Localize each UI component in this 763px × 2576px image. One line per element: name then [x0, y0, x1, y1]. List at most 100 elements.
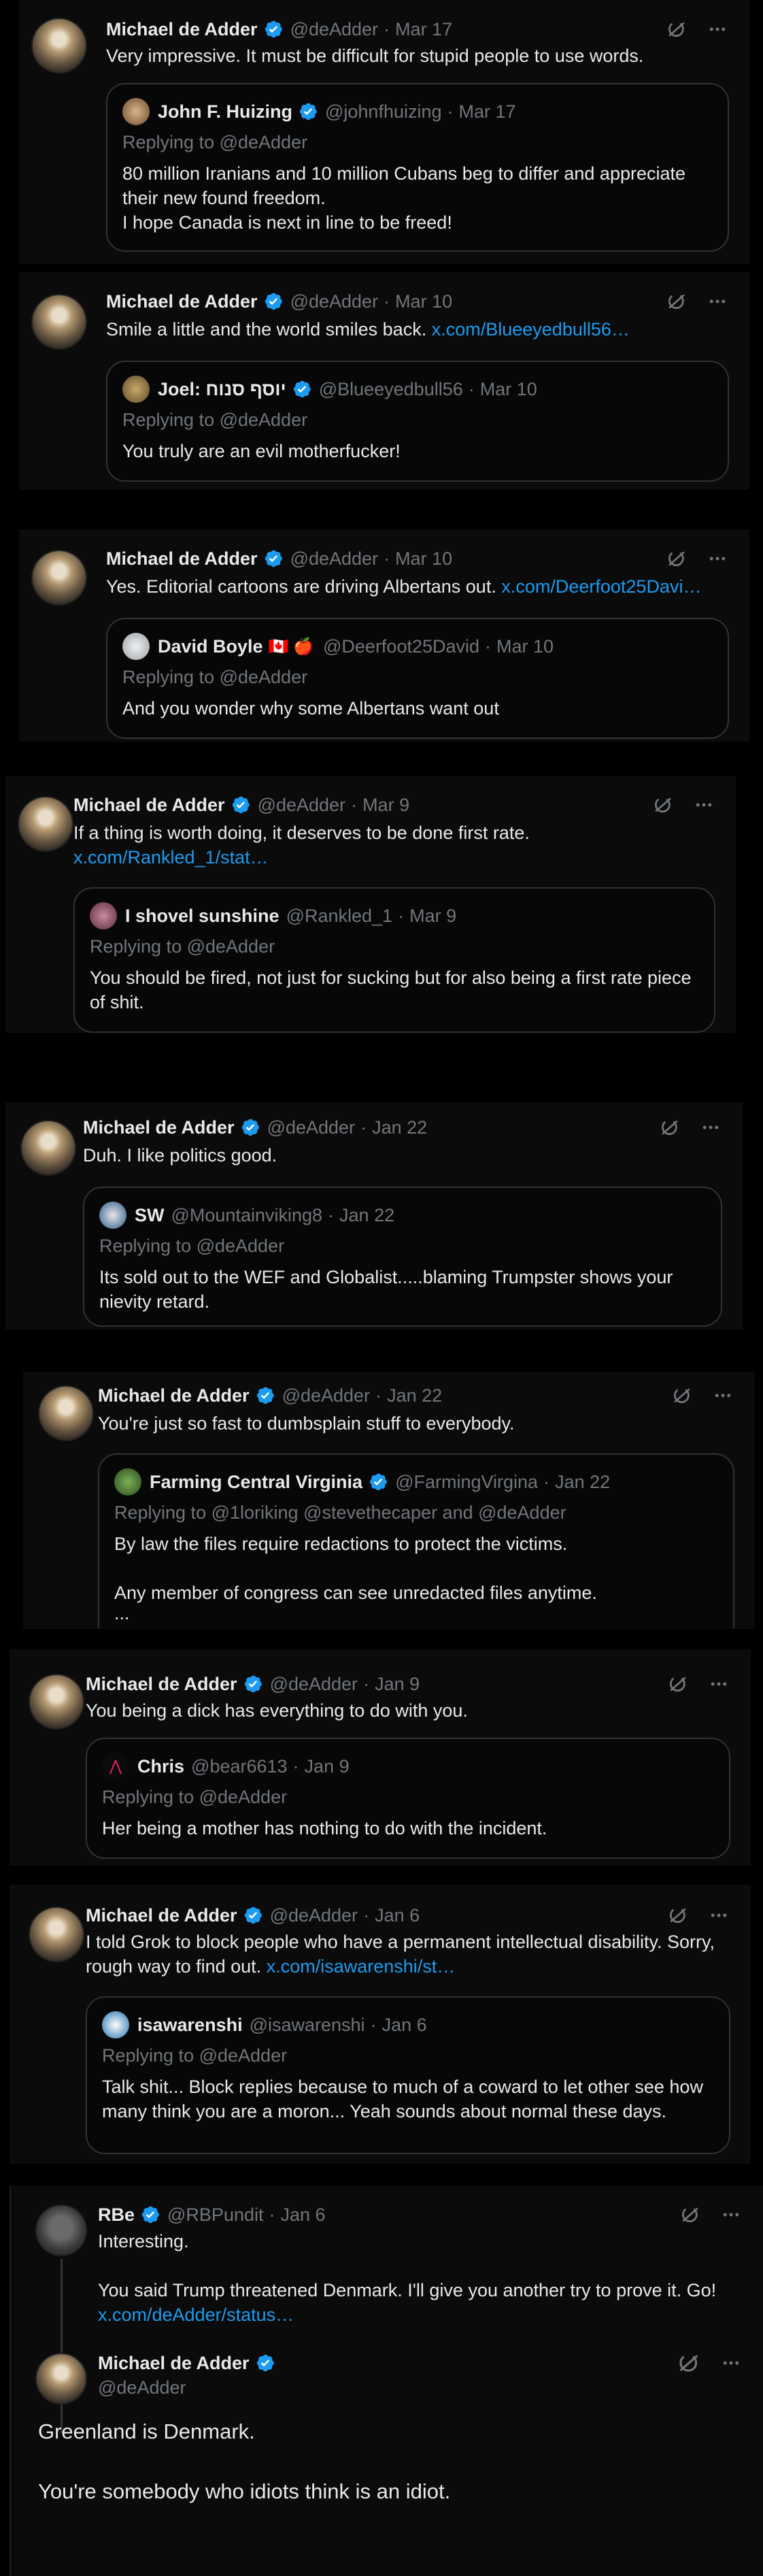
- avatar[interactable]: [29, 1674, 84, 1730]
- quote-author-name[interactable]: SW: [135, 1205, 165, 1226]
- post-date[interactable]: Mar 17: [395, 19, 452, 40]
- post-card[interactable]: Michael de Adder @deAdder · Mar 10 Yes. …: [19, 529, 749, 742]
- grok-icon[interactable]: [668, 1674, 688, 1694]
- quoted-post[interactable]: SW @Mountainviking8 · Jan 22 Replying to…: [83, 1187, 722, 1327]
- author-name[interactable]: Michael de Adder: [86, 1674, 237, 1695]
- quote-author-name[interactable]: David Boyle: [158, 636, 263, 657]
- more-icon[interactable]: [719, 2205, 743, 2225]
- author-handle[interactable]: @RBPundit: [167, 2205, 263, 2226]
- more-icon[interactable]: [707, 1674, 730, 1694]
- post-card[interactable]: Michael de Adder @deAdder · Jan 22 You'r…: [23, 1372, 755, 1629]
- quote-date[interactable]: Mar 9: [409, 906, 456, 927]
- post-link[interactable]: x.com/deAdder/status…: [98, 2302, 736, 2327]
- post-date[interactable]: Jan 22: [372, 1117, 427, 1138]
- grok-icon[interactable]: [653, 795, 673, 815]
- post-link[interactable]: x.com/Rankled_1/stat…: [73, 847, 269, 868]
- quote-author-name[interactable]: I shovel sunshine: [125, 906, 279, 927]
- quote-date[interactable]: Jan 22: [555, 1472, 610, 1493]
- quote-author-handle[interactable]: @Blueeyedbull56: [319, 379, 463, 400]
- grok-icon[interactable]: [666, 291, 687, 312]
- post-link[interactable]: x.com/Blueeyedbull56…: [432, 319, 630, 340]
- quoted-post[interactable]: ⋀ Chris @bear6613 · Jan 9 Replying to @d…: [86, 1738, 730, 1859]
- quote-author-name[interactable]: Chris: [137, 1756, 184, 1777]
- more-icon[interactable]: [711, 1385, 734, 1406]
- quoted-post[interactable]: John F. Huizing @johnfhuizing · Mar 17 R…: [106, 83, 729, 252]
- post-date[interactable]: Jan 22: [387, 1385, 442, 1406]
- quoted-post[interactable]: Joel: יוסף סנוח @Blueeyedbull56 · Mar 10…: [106, 361, 729, 482]
- post-date[interactable]: Mar 9: [362, 795, 409, 816]
- post-date[interactable]: Jan 6: [375, 1905, 420, 1926]
- quote-author-name[interactable]: John F. Huizing: [158, 101, 292, 122]
- post-card[interactable]: Michael de Adder @deAdder · Jan 6 I told…: [10, 1885, 751, 2164]
- grok-icon[interactable]: [666, 548, 687, 569]
- quote-author-name[interactable]: isawarenshi: [137, 2015, 243, 2036]
- avatar[interactable]: [35, 2353, 87, 2405]
- quote-avatar[interactable]: [122, 376, 150, 403]
- author-handle[interactable]: @deAdder: [98, 2377, 186, 2398]
- author-name[interactable]: RBe: [98, 2205, 135, 2226]
- more-icon[interactable]: [719, 2353, 743, 2373]
- grok-icon[interactable]: [672, 1385, 692, 1406]
- author-name[interactable]: Michael de Adder: [98, 2353, 250, 2374]
- author-name[interactable]: Michael de Adder: [98, 1385, 250, 1406]
- author-name[interactable]: Michael de Adder: [106, 291, 258, 312]
- quoted-post[interactable]: I shovel sunshine @Rankled_1 · Mar 9 Rep…: [73, 887, 715, 1033]
- author-name[interactable]: Michael de Adder: [106, 19, 258, 40]
- author-name[interactable]: Michael de Adder: [83, 1117, 235, 1138]
- avatar[interactable]: [18, 796, 73, 852]
- quoted-post[interactable]: isawarenshi @isawarenshi · Jan 6 Replyin…: [86, 1996, 730, 2154]
- avatar[interactable]: [31, 18, 87, 73]
- quote-avatar[interactable]: [90, 902, 117, 929]
- author-handle[interactable]: @deAdder: [270, 1905, 358, 1926]
- more-icon[interactable]: [692, 795, 715, 815]
- quoted-post[interactable]: Farming Central Virginia @FarmingVirgina…: [98, 1453, 734, 1629]
- more-icon[interactable]: [706, 19, 729, 39]
- author-name[interactable]: Michael de Adder: [106, 548, 258, 569]
- grok-icon[interactable]: [666, 19, 687, 39]
- author-handle[interactable]: @deAdder: [282, 1385, 371, 1406]
- post-link[interactable]: x.com/isawarenshi/st…: [267, 1956, 456, 1977]
- quote-date[interactable]: Mar 10: [496, 636, 554, 657]
- avatar[interactable]: [38, 1385, 94, 1441]
- avatar[interactable]: [29, 1906, 84, 1962]
- post-date[interactable]: Jan 9: [375, 1674, 420, 1695]
- post-card[interactable]: Michael de Adder @deAdder · Mar 10 Smile…: [19, 272, 749, 490]
- quote-avatar[interactable]: [99, 1202, 126, 1229]
- author-handle[interactable]: @deAdder: [290, 548, 379, 569]
- grok-icon[interactable]: [680, 2205, 700, 2225]
- quote-author-handle[interactable]: @johnfhuizing: [325, 101, 442, 122]
- author-handle[interactable]: @deAdder: [290, 291, 379, 312]
- author-handle[interactable]: @deAdder: [267, 1117, 356, 1138]
- quote-author-handle[interactable]: @Rankled_1: [286, 906, 393, 927]
- quote-avatar[interactable]: [122, 98, 150, 125]
- quote-date[interactable]: Jan 6: [382, 2015, 427, 2036]
- quote-date[interactable]: Mar 17: [459, 101, 516, 122]
- parent-avatar[interactable]: [35, 2205, 87, 2256]
- author-name[interactable]: Michael de Adder: [73, 795, 225, 816]
- post-card[interactable]: Michael de Adder @deAdder · Jan 22 Duh. …: [5, 1102, 743, 1330]
- post-card[interactable]: Michael de Adder @deAdder · Jan 9 You be…: [10, 1649, 751, 1866]
- quote-author-handle[interactable]: @Mountainviking8: [171, 1205, 323, 1226]
- grok-icon[interactable]: [668, 1905, 688, 1926]
- quote-author-handle[interactable]: @Deerfoot25David: [323, 636, 479, 657]
- quote-author-handle[interactable]: @bear6613: [191, 1756, 288, 1777]
- avatar[interactable]: [31, 294, 87, 350]
- author-handle[interactable]: @deAdder: [270, 1674, 358, 1695]
- quote-author-handle[interactable]: @isawarenshi: [250, 2015, 365, 2036]
- quote-author-name[interactable]: Farming Central Virginia: [150, 1472, 362, 1493]
- grok-icon[interactable]: [660, 1117, 680, 1138]
- quote-avatar[interactable]: [102, 2011, 129, 2038]
- avatar[interactable]: [31, 550, 87, 606]
- post-date[interactable]: Mar 10: [395, 548, 452, 569]
- more-icon[interactable]: [699, 1117, 722, 1138]
- thread-card[interactable]: RBe @RBPundit · Jan 6 Interesting. You s…: [10, 2185, 763, 2576]
- quote-avatar[interactable]: [114, 1468, 141, 1496]
- quote-date[interactable]: Jan 9: [305, 1756, 350, 1777]
- author-handle[interactable]: @deAdder: [258, 795, 346, 816]
- post-date[interactable]: Jan 6: [281, 2205, 326, 2226]
- quote-date[interactable]: Jan 22: [339, 1205, 394, 1226]
- post-date[interactable]: Mar 10: [395, 291, 452, 312]
- avatar[interactable]: [20, 1120, 76, 1176]
- author-name[interactable]: Michael de Adder: [86, 1905, 237, 1926]
- post-card[interactable]: Michael de Adder @deAdder · Mar 17 Very …: [19, 0, 749, 264]
